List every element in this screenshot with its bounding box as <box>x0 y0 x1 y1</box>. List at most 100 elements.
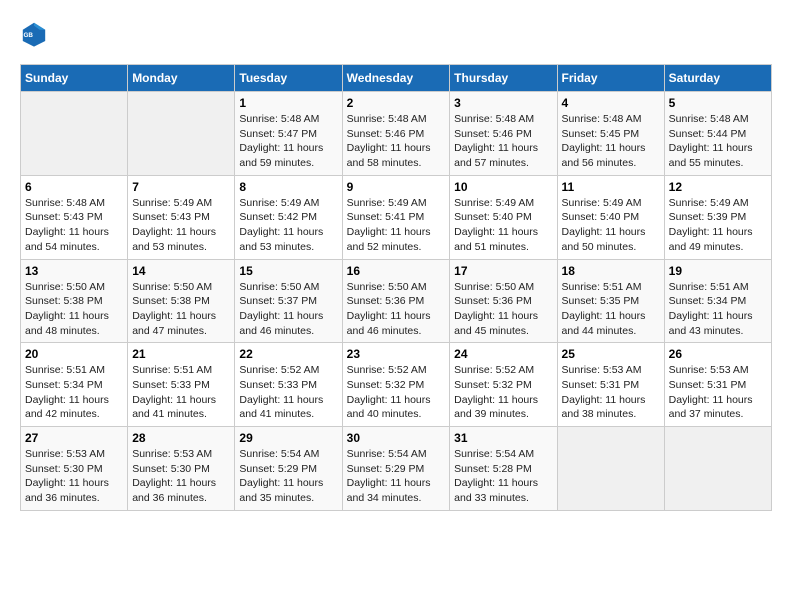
day-number: 5 <box>669 96 767 110</box>
calendar-header-wednesday: Wednesday <box>342 65 450 92</box>
day-detail: Sunrise: 5:52 AMSunset: 5:32 PMDaylight:… <box>454 363 552 422</box>
day-number: 3 <box>454 96 552 110</box>
day-number: 27 <box>25 431 123 445</box>
calendar-cell: 6 Sunrise: 5:48 AMSunset: 5:43 PMDaylight… <box>21 175 128 259</box>
day-number: 30 <box>347 431 446 445</box>
calendar-cell: 20 Sunrise: 5:51 AMSunset: 5:34 PMDayligh… <box>21 343 128 427</box>
day-number: 24 <box>454 347 552 361</box>
calendar-cell: 25Sunrise: 5:53 AMSunset: 5:31 PMDayligh… <box>557 343 664 427</box>
day-number: 15 <box>239 264 337 278</box>
calendar-cell: 26Sunrise: 5:53 AMSunset: 5:31 PMDayligh… <box>664 343 771 427</box>
calendar-cell: 28 Sunrise: 5:53 AMSunset: 5:30 PMDayligh… <box>128 427 235 511</box>
calendar-cell <box>557 427 664 511</box>
page-header: GB <box>20 20 772 48</box>
day-number: 10 <box>454 180 552 194</box>
calendar-cell: 7 Sunrise: 5:49 AMSunset: 5:43 PMDaylight… <box>128 175 235 259</box>
day-detail: Sunrise: 5:48 AMSunset: 5:45 PMDaylight:… <box>562 112 660 171</box>
day-detail: Sunrise: 5:50 AMSunset: 5:36 PMDaylight:… <box>454 280 552 339</box>
day-number: 18 <box>562 264 660 278</box>
calendar-week-row: 6 Sunrise: 5:48 AMSunset: 5:43 PMDaylight… <box>21 175 772 259</box>
day-number: 11 <box>562 180 660 194</box>
calendar-cell: 13 Sunrise: 5:50 AMSunset: 5:38 PMDayligh… <box>21 259 128 343</box>
day-detail: Sunrise: 5:52 AMSunset: 5:32 PMDaylight:… <box>347 363 446 422</box>
calendar-cell <box>21 92 128 176</box>
calendar-cell: 29 Sunrise: 5:54 AMSunset: 5:29 PMDayligh… <box>235 427 342 511</box>
calendar-cell: 23 Sunrise: 5:52 AMSunset: 5:32 PMDayligh… <box>342 343 450 427</box>
day-detail: Sunrise: 5:54 AMSunset: 5:28 PMDaylight:… <box>454 447 552 506</box>
day-number: 22 <box>239 347 337 361</box>
day-number: 6 <box>25 180 123 194</box>
day-detail: Sunrise: 5:49 AMSunset: 5:39 PMDaylight:… <box>669 196 767 255</box>
day-detail: Sunrise: 5:54 AMSunset: 5:29 PMDaylight:… <box>347 447 446 506</box>
day-detail: Sunrise: 5:49 AMSunset: 5:43 PMDaylight:… <box>132 196 230 255</box>
day-detail: Sunrise: 5:48 AMSunset: 5:47 PMDaylight:… <box>239 112 337 171</box>
logo: GB <box>20 20 52 48</box>
day-number: 28 <box>132 431 230 445</box>
day-detail: Sunrise: 5:51 AMSunset: 5:35 PMDaylight:… <box>562 280 660 339</box>
calendar-header-row: SundayMondayTuesdayWednesdayThursdayFrid… <box>21 65 772 92</box>
calendar-cell: 5 Sunrise: 5:48 AMSunset: 5:44 PMDaylight… <box>664 92 771 176</box>
day-detail: Sunrise: 5:53 AMSunset: 5:31 PMDaylight:… <box>562 363 660 422</box>
calendar-cell: 14Sunrise: 5:50 AMSunset: 5:38 PMDayligh… <box>128 259 235 343</box>
calendar-header-friday: Friday <box>557 65 664 92</box>
day-number: 1 <box>239 96 337 110</box>
calendar-table: SundayMondayTuesdayWednesdayThursdayFrid… <box>20 64 772 511</box>
day-detail: Sunrise: 5:49 AMSunset: 5:40 PMDaylight:… <box>454 196 552 255</box>
day-detail: Sunrise: 5:54 AMSunset: 5:29 PMDaylight:… <box>239 447 337 506</box>
day-number: 7 <box>132 180 230 194</box>
day-detail: Sunrise: 5:48 AMSunset: 5:44 PMDaylight:… <box>669 112 767 171</box>
day-number: 19 <box>669 264 767 278</box>
calendar-cell: 11 Sunrise: 5:49 AMSunset: 5:40 PMDayligh… <box>557 175 664 259</box>
day-detail: Sunrise: 5:50 AMSunset: 5:38 PMDaylight:… <box>132 280 230 339</box>
logo-icon: GB <box>20 20 48 48</box>
calendar-week-row: 13 Sunrise: 5:50 AMSunset: 5:38 PMDayligh… <box>21 259 772 343</box>
calendar-cell: 4 Sunrise: 5:48 AMSunset: 5:45 PMDaylight… <box>557 92 664 176</box>
calendar-cell: 12 Sunrise: 5:49 AMSunset: 5:39 PMDayligh… <box>664 175 771 259</box>
day-detail: Sunrise: 5:53 AMSunset: 5:30 PMDaylight:… <box>25 447 123 506</box>
day-detail: Sunrise: 5:50 AMSunset: 5:36 PMDaylight:… <box>347 280 446 339</box>
calendar-cell: 17 Sunrise: 5:50 AMSunset: 5:36 PMDayligh… <box>450 259 557 343</box>
day-detail: Sunrise: 5:51 AMSunset: 5:34 PMDaylight:… <box>669 280 767 339</box>
calendar-cell: 30 Sunrise: 5:54 AMSunset: 5:29 PMDayligh… <box>342 427 450 511</box>
day-number: 9 <box>347 180 446 194</box>
day-number: 20 <box>25 347 123 361</box>
calendar-cell <box>664 427 771 511</box>
day-number: 2 <box>347 96 446 110</box>
calendar-week-row: 20 Sunrise: 5:51 AMSunset: 5:34 PMDayligh… <box>21 343 772 427</box>
day-number: 17 <box>454 264 552 278</box>
day-detail: Sunrise: 5:48 AMSunset: 5:46 PMDaylight:… <box>454 112 552 171</box>
day-detail: Sunrise: 5:49 AMSunset: 5:40 PMDaylight:… <box>562 196 660 255</box>
day-detail: Sunrise: 5:53 AMSunset: 5:30 PMDaylight:… <box>132 447 230 506</box>
day-detail: Sunrise: 5:49 AMSunset: 5:41 PMDaylight:… <box>347 196 446 255</box>
calendar-cell: 10 Sunrise: 5:49 AMSunset: 5:40 PMDayligh… <box>450 175 557 259</box>
day-number: 12 <box>669 180 767 194</box>
svg-text:GB: GB <box>24 32 34 39</box>
day-number: 13 <box>25 264 123 278</box>
day-number: 8 <box>239 180 337 194</box>
calendar-cell: 16 Sunrise: 5:50 AMSunset: 5:36 PMDayligh… <box>342 259 450 343</box>
calendar-cell: 19 Sunrise: 5:51 AMSunset: 5:34 PMDayligh… <box>664 259 771 343</box>
calendar-cell: 27 Sunrise: 5:53 AMSunset: 5:30 PMDayligh… <box>21 427 128 511</box>
calendar-header-sunday: Sunday <box>21 65 128 92</box>
day-detail: Sunrise: 5:52 AMSunset: 5:33 PMDaylight:… <box>239 363 337 422</box>
calendar-cell: 3 Sunrise: 5:48 AMSunset: 5:46 PMDaylight… <box>450 92 557 176</box>
calendar-cell: 24 Sunrise: 5:52 AMSunset: 5:32 PMDayligh… <box>450 343 557 427</box>
day-detail: Sunrise: 5:53 AMSunset: 5:31 PMDaylight:… <box>669 363 767 422</box>
calendar-week-row: 1 Sunrise: 5:48 AMSunset: 5:47 PMDaylight… <box>21 92 772 176</box>
calendar-cell: 9 Sunrise: 5:49 AMSunset: 5:41 PMDaylight… <box>342 175 450 259</box>
day-detail: Sunrise: 5:51 AMSunset: 5:34 PMDaylight:… <box>25 363 123 422</box>
day-detail: Sunrise: 5:48 AMSunset: 5:46 PMDaylight:… <box>347 112 446 171</box>
calendar-cell: 1 Sunrise: 5:48 AMSunset: 5:47 PMDaylight… <box>235 92 342 176</box>
calendar-cell: 2 Sunrise: 5:48 AMSunset: 5:46 PMDaylight… <box>342 92 450 176</box>
calendar-cell: 21Sunrise: 5:51 AMSunset: 5:33 PMDayligh… <box>128 343 235 427</box>
day-number: 4 <box>562 96 660 110</box>
day-detail: Sunrise: 5:50 AMSunset: 5:37 PMDaylight:… <box>239 280 337 339</box>
day-detail: Sunrise: 5:48 AMSunset: 5:43 PMDaylight:… <box>25 196 123 255</box>
calendar-week-row: 27 Sunrise: 5:53 AMSunset: 5:30 PMDayligh… <box>21 427 772 511</box>
day-number: 23 <box>347 347 446 361</box>
day-number: 29 <box>239 431 337 445</box>
day-detail: Sunrise: 5:49 AMSunset: 5:42 PMDaylight:… <box>239 196 337 255</box>
calendar-header-saturday: Saturday <box>664 65 771 92</box>
day-detail: Sunrise: 5:50 AMSunset: 5:38 PMDaylight:… <box>25 280 123 339</box>
day-number: 16 <box>347 264 446 278</box>
